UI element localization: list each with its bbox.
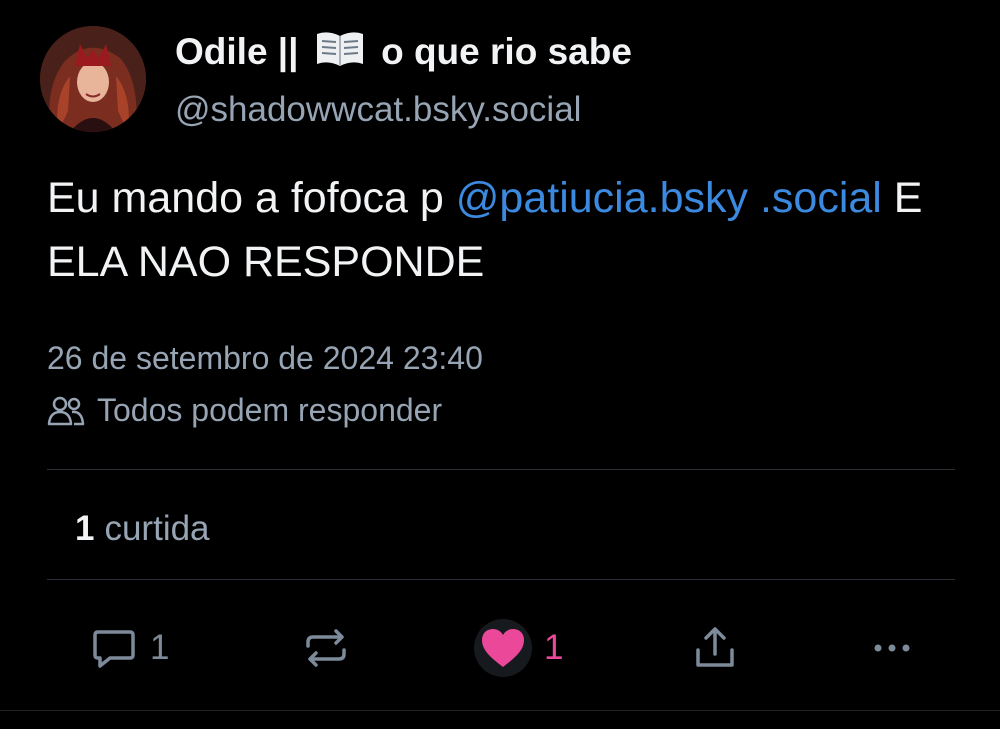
share-button[interactable]	[691, 618, 739, 678]
avatar[interactable]	[40, 26, 146, 132]
post-timestamp: 26 de setembro de 2024 23:40	[47, 340, 483, 376]
reply-setting-label: Todos podem responder	[97, 392, 443, 428]
post-text-start: Eu mando a fofoca p	[47, 174, 456, 222]
post-actions: 1 1	[0, 618, 1000, 678]
divider	[0, 710, 1000, 711]
more-icon	[874, 644, 910, 652]
more-options-button[interactable]	[868, 618, 916, 678]
divider	[47, 579, 955, 580]
author-name-prefix: Odile ||	[175, 31, 299, 72]
repost-icon	[306, 629, 346, 667]
reply-button[interactable]: 1	[90, 618, 169, 678]
divider	[47, 469, 955, 470]
share-icon	[696, 627, 734, 667]
comment-icon	[93, 630, 135, 668]
people-icon	[47, 396, 85, 425]
like-icon-wrapper	[474, 619, 532, 677]
like-button[interactable]: 1	[474, 618, 563, 678]
mention-link[interactable]: @patiucia.bsky .social	[456, 174, 882, 222]
author-name[interactable]: Odile || o que rio sabe	[175, 30, 632, 77]
post-text: Eu mando a fofoca p @patiucia.bsky .soci…	[47, 166, 947, 294]
heart-icon	[482, 629, 524, 667]
like-count: 1	[544, 628, 564, 667]
likes-label: curtida	[104, 509, 210, 548]
open-book-icon	[315, 30, 365, 77]
likes-count: 1	[75, 509, 95, 548]
repost-button[interactable]	[302, 618, 350, 678]
author-handle[interactable]: @shadowwcat.bsky.social	[175, 90, 581, 130]
likes-summary[interactable]: 1 curtida	[75, 509, 210, 549]
author-name-suffix: o que rio sabe	[381, 31, 632, 72]
reply-setting: Todos podem responder	[47, 392, 442, 429]
reply-count: 1	[150, 628, 170, 667]
